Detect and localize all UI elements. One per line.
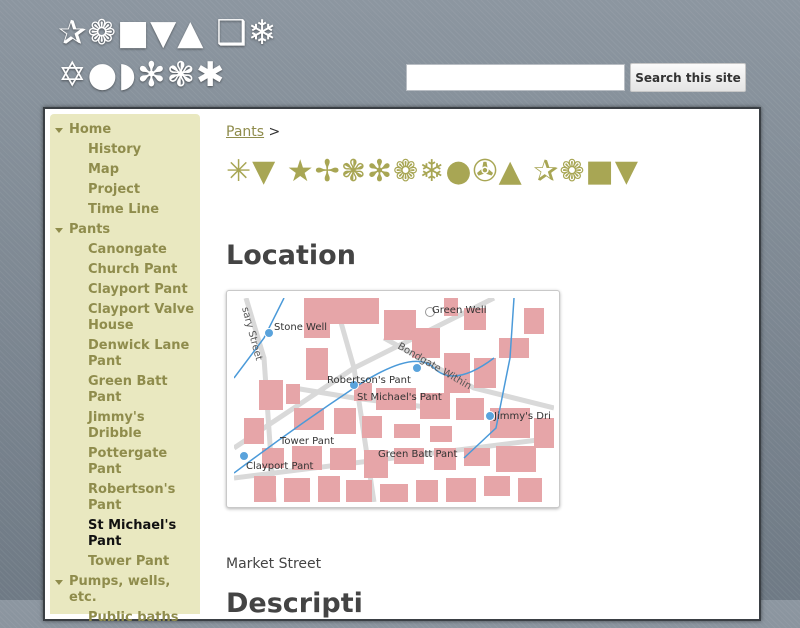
sidebar-item-time-line[interactable]: Time Line [50,200,200,220]
expand-triangle-icon[interactable] [55,228,63,233]
expand-triangle-icon[interactable] [55,128,63,133]
marker-clayport-pant [239,451,249,461]
sidebar-item-project[interactable]: Project [50,180,200,200]
sidebar-item-pants[interactable]: Pants [50,220,200,240]
map-label-jimmys-dribble: Jimmy's Dri [493,411,551,422]
sidebar-item-denwick-lane-pant[interactable]: Denwick Lane Pant [50,336,200,372]
sidebar-item-clayport-pant[interactable]: Clayport Pant [50,280,200,300]
street-name: Market Street [226,556,322,572]
map-image[interactable]: Green Well Stone Well Robertson's Pant S… [234,298,554,502]
map-label-st-michaels-pant: St Michael's Pant [357,392,442,403]
description-heading: Descripti [226,588,363,619]
sidebar-nav: Home History Map Project Time Line Pants… [50,114,200,628]
site-title-line-2: ✡●◗✻❃✱ [58,55,226,95]
map-label-clayport-pant: Clayport Pant [246,461,314,472]
map-label-green-well: Green Well [432,305,486,316]
sidebar-item-pumps-wells[interactable]: Pumps, wells, etc. [50,572,200,608]
sidebar-item-history[interactable]: History [50,140,200,160]
sidebar-item-tower-pant[interactable]: Tower Pant [50,552,200,572]
sidebar-item-label: Pants [69,222,111,237]
site-title[interactable]: ✰❁■▼▲ ❑❄ ✡●◗✻❃✱ [58,12,398,96]
map-label-robertsons-pant: Robertson's Pant [327,375,411,386]
sidebar: Home History Map Project Time Line Pants… [50,114,200,625]
sidebar-item-jimmys-dribble[interactable]: Jimmy's Dribble [50,408,200,444]
location-heading: Location [226,240,356,271]
sidebar-item-canongate[interactable]: Canongate [50,240,200,260]
location-map[interactable]: Green Well Stone Well Robertson's Pant S… [226,290,560,508]
search-input[interactable] [406,64,625,91]
map-label-stone-well: Stone Well [274,322,327,333]
expand-triangle-icon[interactable] [55,580,63,585]
sidebar-item-green-batt-pant[interactable]: Green Batt Pant [50,372,200,408]
page-title: ✳▼ ★✢❃✻❁❄●✇▲ ✰❁■▼ [226,154,639,189]
sidebar-item-pottergate-pant[interactable]: Pottergate Pant [50,444,200,480]
marker-st-michaels-pant [412,363,422,373]
sidebar-item-home[interactable]: Home [50,120,200,140]
breadcrumb: Pants > [226,124,280,140]
site-title-line-1: ✰❁■▼▲ ❑❄ [58,13,278,53]
breadcrumb-separator: > [268,124,281,140]
sidebar-item-map[interactable]: Map [50,160,200,180]
sidebar-item-church-pant[interactable]: Church Pant [50,260,200,280]
search-button[interactable]: Search this site [630,63,746,92]
sidebar-item-robertsons-pant[interactable]: Robertson's Pant [50,480,200,516]
map-label-green-batt-pant: Green Batt Pant [378,449,458,460]
marker-stone-well [264,328,274,338]
breadcrumb-link-pants[interactable]: Pants [226,124,264,140]
sidebar-item-clayport-valve-house[interactable]: Clayport Valve House [50,300,200,336]
sidebar-item-st-michaels-pant[interactable]: St Michael's Pant [50,516,200,552]
map-label-tower-pant: Tower Pant [279,436,334,447]
sidebar-item-label: Home [69,122,112,137]
sidebar-item-public-baths[interactable]: Public baths [50,608,200,628]
sidebar-item-label: Pumps, wells, etc. [69,574,171,605]
